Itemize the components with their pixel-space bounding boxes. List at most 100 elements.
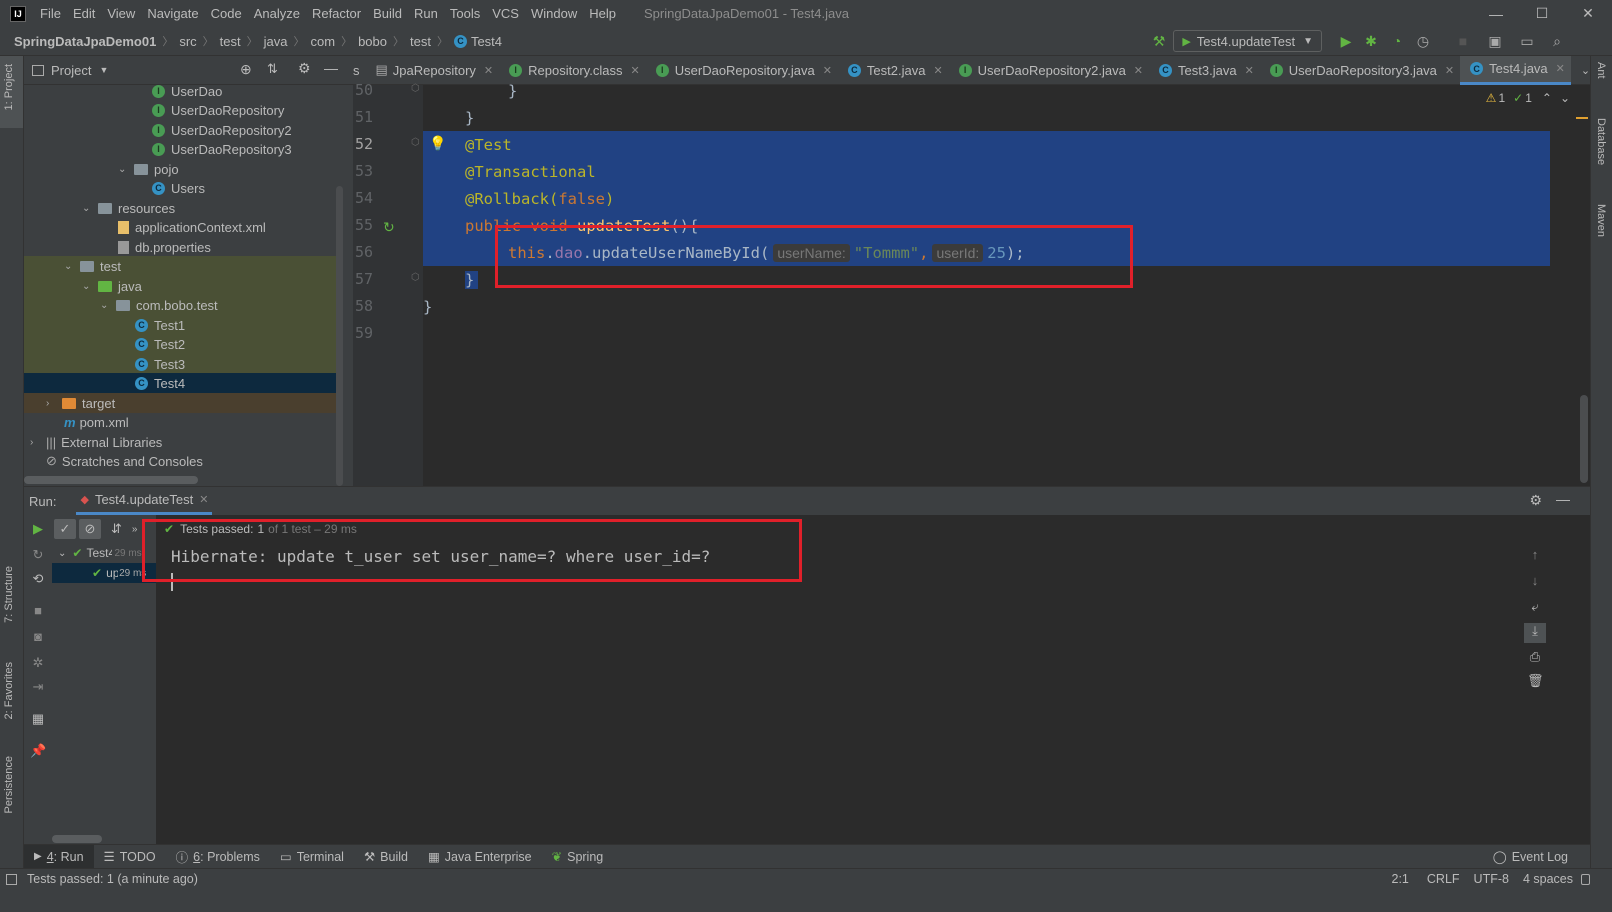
tab-list-chevron-icon[interactable]: ⌄: [1581, 64, 1590, 77]
build-hammer-icon[interactable]: ⚒: [1150, 32, 1168, 50]
tool-tab-database[interactable]: Database: [1595, 118, 1607, 165]
menu-file[interactable]: File: [40, 6, 61, 21]
tree-item-userdaorepository3[interactable]: I UserDaoRepository3: [24, 139, 343, 159]
camera-icon[interactable]: ◙: [30, 629, 46, 645]
menu-code[interactable]: Code: [211, 6, 242, 21]
tree-item-test2[interactable]: C Test2: [24, 334, 343, 354]
arrow-down-icon[interactable]: ↓: [1527, 573, 1543, 589]
menu-window[interactable]: Window: [531, 6, 577, 21]
fold-icon[interactable]: ⬡: [411, 137, 420, 148]
inspection-widget[interactable]: ⚠ 1 ✓ 1 ⌃ ⌄: [1486, 91, 1570, 105]
tree-item-test3[interactable]: C Test3: [24, 354, 343, 374]
menu-help[interactable]: Help: [589, 6, 616, 21]
tree-item-resources[interactable]: ⌄ resources: [24, 198, 343, 218]
fold-icon[interactable]: ⬡: [411, 272, 420, 283]
project-view-label[interactable]: Project: [51, 63, 91, 78]
debug-icon[interactable]: ✱: [1362, 32, 1380, 50]
menu-edit[interactable]: Edit: [73, 6, 95, 21]
chevron-down-icon[interactable]: ⌄: [82, 203, 94, 214]
bottom-tab-todo[interactable]: ☰ TODO: [94, 845, 166, 869]
close-window-icon[interactable]: ✕: [1565, 0, 1611, 27]
search-everywhere-icon[interactable]: ⌕: [1548, 32, 1566, 50]
bottom-tab-problems[interactable]: ⓘ 6: Problems: [166, 845, 270, 869]
file-encoding[interactable]: UTF-8: [1474, 872, 1509, 886]
layout-icon[interactable]: ▭: [1518, 32, 1536, 50]
toggle-autotest-icon[interactable]: ⟲: [30, 571, 46, 587]
status-message[interactable]: Tests passed: 1 (a minute ago): [6, 872, 198, 886]
layout-icon[interactable]: ▦: [30, 711, 46, 727]
tool-tab-favorites[interactable]: 2: Favorites: [3, 662, 15, 719]
close-icon[interactable]: ✕: [823, 64, 832, 77]
tree-item-db-properties[interactable]: db.properties: [24, 237, 343, 257]
horizontal-scrollbar[interactable]: [52, 835, 102, 843]
chevron-down-icon[interactable]: ⌄: [118, 164, 130, 175]
collapse-all-icon[interactable]: ⇅: [267, 61, 278, 77]
tree-item-userdaorepository2[interactable]: I UserDaoRepository2: [24, 120, 343, 140]
tree-item-target[interactable]: › target: [24, 393, 343, 413]
maximize-icon[interactable]: ☐: [1519, 0, 1565, 27]
run-tab-test4-updatetest[interactable]: ◆ Test4.updateTest ✕: [76, 487, 213, 515]
tree-item-userdao[interactable]: I UserDao: [24, 81, 343, 101]
chevron-up-icon[interactable]: ⌃: [1542, 91, 1552, 105]
tool-tab-maven[interactable]: Maven: [1595, 204, 1607, 237]
menu-navigate[interactable]: Navigate: [147, 6, 198, 21]
tree-item-test4[interactable]: C Test4: [24, 373, 343, 393]
breadcrumb-bobo[interactable]: bobo: [358, 34, 387, 49]
chevron-down-icon[interactable]: ⌄: [100, 300, 112, 311]
breadcrumb-test-pkg[interactable]: test: [410, 34, 431, 49]
test-tree-row-selected[interactable]: ✔ up 29 ms: [52, 563, 156, 583]
fold-icon[interactable]: ⬡: [411, 83, 420, 94]
chevron-right-icon[interactable]: ›: [46, 398, 58, 409]
tab-userdaorepository3[interactable]: I UserDaoRepository3.java ✕: [1260, 56, 1460, 85]
code-editor[interactable]: } } @Test 💡 @Transactional @Rollback(fal…: [423, 82, 1590, 486]
bottom-tab-build[interactable]: ⚒ Build: [354, 845, 418, 869]
stop-icon[interactable]: ■: [1454, 32, 1472, 50]
chevron-down-icon[interactable]: ⌄: [58, 548, 66, 559]
event-log-button[interactable]: ◯ Event Log: [1483, 845, 1578, 869]
tree-item-scratches[interactable]: ⊘ Scratches and Consoles: [24, 451, 343, 471]
menu-run[interactable]: Run: [414, 6, 438, 21]
breadcrumb-test4[interactable]: Test4: [471, 34, 502, 49]
trash-icon[interactable]: 🗑: [1527, 673, 1544, 689]
panel-toggle-icon[interactable]: [6, 873, 17, 885]
breadcrumb-java[interactable]: java: [264, 34, 288, 49]
run-test-gutter-icon[interactable]: ↻: [383, 219, 395, 236]
tool-tab-project[interactable]: 1: Project: [3, 64, 15, 110]
rerun-icon[interactable]: ▶: [30, 521, 46, 537]
close-icon[interactable]: ✕: [933, 64, 942, 77]
bottom-tab-run[interactable]: ▶ 4: Run: [24, 844, 94, 869]
run-configuration-select[interactable]: ▶ Test4.updateTest ▼: [1173, 30, 1322, 52]
coverage-icon[interactable]: ◔: [1388, 32, 1406, 50]
error-stripe-marker[interactable]: [1576, 117, 1588, 119]
breadcrumb-src[interactable]: src: [179, 34, 196, 49]
menu-tools[interactable]: Tools: [450, 6, 480, 21]
chevron-down-icon[interactable]: ⌄: [64, 261, 76, 272]
locate-icon[interactable]: ⊕: [240, 61, 252, 78]
close-icon[interactable]: ✕: [1445, 64, 1454, 77]
tree-item-test1[interactable]: C Test1: [24, 315, 343, 335]
tab-test4[interactable]: C Test4.java ✕: [1460, 55, 1571, 85]
close-icon[interactable]: ✕: [484, 64, 493, 77]
close-icon[interactable]: ✕: [631, 64, 640, 77]
tree-item-applicationcontext[interactable]: applicationContext.xml: [24, 217, 343, 237]
indent-setting[interactable]: 4 spaces: [1523, 872, 1573, 886]
caret-position[interactable]: 2:1: [1392, 872, 1409, 886]
tab-userdaorepository[interactable]: I UserDaoRepository.java ✕: [646, 56, 838, 85]
horizontal-scrollbar[interactable]: [24, 476, 198, 484]
chevron-down-icon[interactable]: ⌄: [82, 281, 94, 292]
close-icon[interactable]: ✕: [1556, 62, 1565, 75]
tree-item-pom[interactable]: m pom.xml: [24, 412, 343, 432]
chevron-down-icon[interactable]: ⌄: [1560, 91, 1570, 105]
tool-tab-ant[interactable]: Ant: [1595, 62, 1607, 79]
close-icon[interactable]: ✕: [199, 493, 208, 506]
minimize-icon[interactable]: —: [1473, 0, 1519, 27]
menu-vcs[interactable]: VCS: [492, 6, 519, 21]
sort-icon[interactable]: ⇵: [111, 521, 122, 537]
gear-icon[interactable]: ⚙: [298, 60, 311, 77]
bottom-tab-java-enterprise[interactable]: ▦ Java Enterprise: [418, 845, 542, 869]
menu-refactor[interactable]: Refactor: [312, 6, 361, 21]
editor-scrollbar[interactable]: [1580, 395, 1588, 483]
menu-view[interactable]: View: [107, 6, 135, 21]
pin-icon[interactable]: 📌: [30, 743, 46, 759]
hide-icon[interactable]: —: [324, 60, 338, 76]
